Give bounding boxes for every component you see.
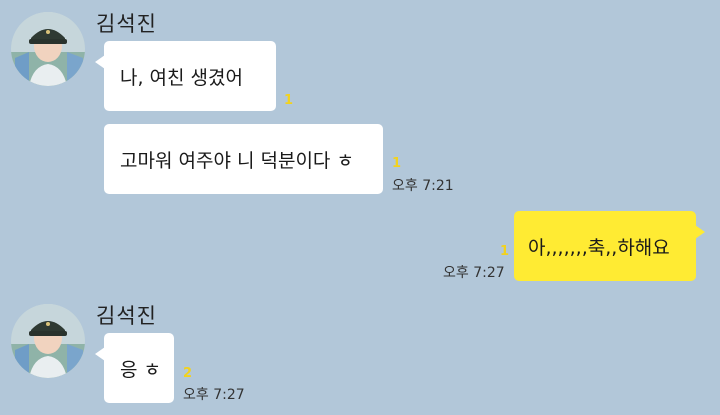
message-time: 오후 7:21 [392,178,454,194]
message-time: 오후 7:27 [183,387,245,403]
avatar[interactable] [11,12,85,86]
unread-count: 1 [500,244,510,259]
unread-count: 2 [183,366,193,381]
message-bubble[interactable]: 나, 여친 생겼어 [95,41,276,111]
message-bubble[interactable]: 응 ㅎ [95,333,174,403]
bubble-tail [695,225,705,239]
message-text: 응 ㅎ [120,358,161,381]
bubble-tail [95,55,105,69]
message-bubble[interactable]: 고마워 여주야 니 덕분이다 ㅎ [104,124,383,194]
profile-photo-icon [11,12,85,86]
message-text: 아,,,,,,,축,,하해요 [528,236,670,259]
bubble-tail [95,347,105,361]
unread-count: 1 [392,156,402,171]
sender-name: 김석진 [96,12,157,36]
message-text: 나, 여친 생겼어 [120,66,243,89]
unread-count: 1 [284,93,294,108]
avatar[interactable] [11,304,85,378]
message-time: 오후 7:27 [443,265,505,281]
sender-name: 김석진 [96,304,157,328]
profile-photo-icon [11,304,85,378]
message-text: 고마워 여주야 니 덕분이다 ㅎ [120,149,354,172]
message-bubble-sent[interactable]: 아,,,,,,,축,,하해요 [514,211,705,281]
